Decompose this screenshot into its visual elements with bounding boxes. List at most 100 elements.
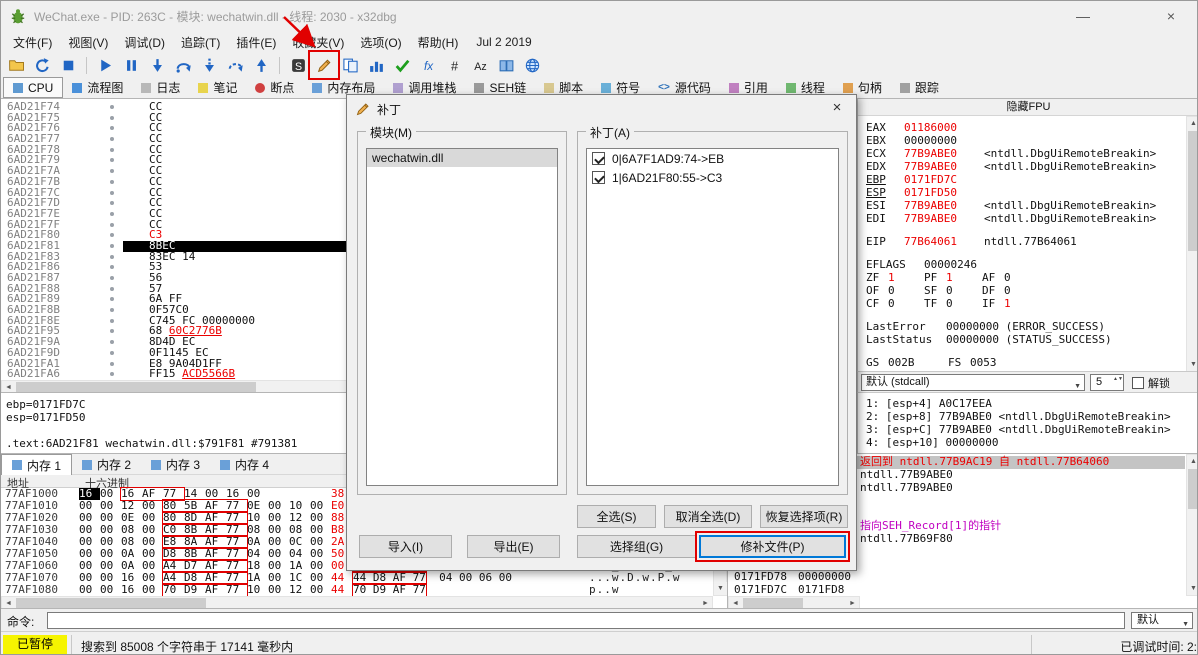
memory-tab-内存 3[interactable]: 内存 3	[141, 454, 210, 475]
register-row[interactable]: OF 0 SF 0 DF 0	[866, 284, 1185, 297]
registers-vscrollbar[interactable]	[1186, 116, 1197, 372]
instruction-dot-icon[interactable]	[110, 340, 114, 345]
instruction-dot-icon[interactable]	[110, 329, 114, 334]
register-row[interactable]: EDX 77B9ABE0 <ntdll.DbgUiRemoteBreakin>	[866, 160, 1185, 173]
globe-icon[interactable]	[520, 54, 544, 76]
calling-convention-select[interactable]: 默认 (stdcall)	[861, 374, 1085, 394]
scroll-thumb[interactable]	[1188, 131, 1197, 251]
register-row[interactable]: EAX 01186000	[866, 121, 1185, 134]
flag-value[interactable]: 1	[888, 271, 924, 284]
memory-tab-内存 4[interactable]: 内存 4	[210, 454, 279, 475]
unlock-checkbox[interactable]	[1132, 377, 1144, 389]
scroll-down-icon[interactable]	[1187, 358, 1197, 371]
stack-row[interactable]: 0171FD7C 0171FD8	[728, 583, 1185, 597]
register-value[interactable]: 00000000 (ERROR_SUCCESS)	[946, 320, 1105, 333]
execute-till-return-icon[interactable]	[249, 54, 273, 76]
deselect-all-button[interactable]: 取消全选(D)	[664, 505, 752, 528]
tab-日志[interactable]: 日志	[132, 77, 189, 98]
menu-item-插件(E)[interactable]: 插件(E)	[228, 31, 284, 54]
stack-vscrollbar[interactable]	[1186, 454, 1197, 596]
flag-value[interactable]: 0	[888, 284, 924, 297]
register-value[interactable]: 0171FD50	[904, 186, 974, 199]
instruction-dot-icon[interactable]	[110, 201, 114, 206]
instruction-dot-icon[interactable]	[110, 243, 114, 248]
register-value[interactable]: 77B9ABE0	[904, 160, 974, 173]
import-button[interactable]: 导入(I)	[359, 535, 452, 558]
scroll-thumb[interactable]	[16, 598, 206, 608]
register-row[interactable]: ESI 77B9ABE0 <ntdll.DbgUiRemoteBreakin>	[866, 199, 1185, 212]
register-row[interactable]: LastError 00000000 (ERROR_SUCCESS)	[866, 320, 1185, 333]
instruction-dot-icon[interactable]	[110, 265, 114, 270]
scroll-up-icon[interactable]	[1187, 117, 1197, 130]
patch-checkbox[interactable]	[592, 171, 605, 184]
close-process-icon[interactable]	[56, 54, 80, 76]
instruction-dot-icon[interactable]	[110, 308, 114, 313]
restart-icon[interactable]	[30, 54, 54, 76]
select-all-button[interactable]: 全选(S)	[577, 505, 656, 528]
instruction-dot-icon[interactable]	[110, 276, 114, 280]
tab-断点[interactable]: 断点	[246, 77, 303, 98]
register-value[interactable]: 77B9ABE0	[904, 147, 974, 160]
arguments-pane[interactable]: 1: [esp+4] A0C17EEA 2: [esp+8] 77B9ABE0 <…	[857, 393, 1197, 453]
register-value[interactable]: 77B64061	[904, 235, 974, 248]
instruction-dot-icon[interactable]	[110, 372, 114, 377]
register-value[interactable]: 01186000	[904, 121, 974, 134]
pause-icon[interactable]	[119, 54, 143, 76]
restore-selected-button[interactable]: 恢复选择项(R)	[760, 505, 848, 528]
compare-icon[interactable]	[338, 54, 362, 76]
flag-value[interactable]: 1	[1004, 297, 1040, 310]
step-over-icon[interactable]	[171, 54, 195, 76]
trace-into-icon[interactable]	[197, 54, 221, 76]
argument-row[interactable]: 2: [esp+8] 77B9ABE0 <ntdll.DbgUiRemoteBr…	[866, 410, 1197, 423]
instruction-dot-icon[interactable]	[110, 105, 114, 109]
patch-dialog-titlebar[interactable]: 补丁 ×	[347, 95, 856, 123]
instruction-dot-icon[interactable]	[110, 137, 114, 142]
instruction-dot-icon[interactable]	[110, 190, 114, 195]
tab-笔记[interactable]: 笔记	[189, 77, 246, 98]
register-row[interactable]: EDI 77B9ABE0 <ntdll.DbgUiRemoteBreakin>	[866, 212, 1185, 225]
menu-item-选项(O)[interactable]: 选项(O)	[352, 31, 409, 54]
hide-fpu-button[interactable]: 隐藏FPU	[858, 99, 1197, 116]
argument-row[interactable]: 1: [esp+4] A0C17EEA	[866, 397, 1197, 410]
register-value[interactable]: 00000000 (STATUS_SUCCESS)	[946, 333, 1112, 346]
graph-icon[interactable]	[364, 54, 388, 76]
menu-item-文件(F)[interactable]: 文件(F)	[5, 31, 60, 54]
register-value[interactable]: 00000246	[924, 258, 994, 271]
menu-item-调试(D)[interactable]: 调试(D)	[116, 31, 173, 54]
register-row[interactable]: ZF 1 PF 1 AF 0	[866, 271, 1185, 284]
trace-over-icon[interactable]	[223, 54, 247, 76]
memory-row[interactable]: 77AF1080 00 00 16 00 70 D9 AF 77 10 00 12 00 44 70 D9 …	[1, 583, 713, 597]
argument-row[interactable]: 3: [esp+C] 77B9ABE0 <ntdll.DbgUiRemoteBr…	[866, 423, 1197, 436]
registers-panel[interactable]: 隐藏FPU EAX 01186000 EBX 00000000 ECX 77B9ABE0 <…	[857, 98, 1197, 372]
register-row[interactable]: GS 002B FS 0053	[866, 356, 1185, 369]
menu-item-收藏夹(V)[interactable]: 收藏夹(V)	[284, 31, 352, 54]
patch-icon[interactable]	[308, 50, 340, 80]
instruction-dot-icon[interactable]	[110, 126, 114, 131]
patch-item[interactable]: 1|6AD21F80:55->C3	[587, 168, 838, 187]
register-row[interactable]: ECX 77B9ABE0 <ntdll.DbgUiRemoteBreakin>	[866, 147, 1185, 160]
minimize-button[interactable]: —	[1061, 1, 1105, 31]
menu-item-视图(V)[interactable]: 视图(V)	[60, 31, 116, 54]
instruction-dot-icon[interactable]	[110, 115, 114, 120]
instruction-dot-icon[interactable]	[110, 158, 114, 163]
instruction-dot-icon[interactable]	[110, 211, 114, 216]
instruction-dot-icon[interactable]	[110, 361, 114, 366]
instruction-dot-icon[interactable]	[110, 233, 114, 238]
patch-checkbox[interactable]	[592, 152, 605, 165]
scroll-up-icon[interactable]	[1187, 455, 1197, 468]
flag-value[interactable]: 0	[888, 297, 924, 310]
run-icon[interactable]	[93, 54, 117, 76]
shield-check-icon[interactable]	[390, 54, 414, 76]
dialog-close-icon[interactable]: ×	[822, 97, 852, 119]
flag-value[interactable]: 0	[1004, 271, 1040, 284]
flag-value[interactable]: 1	[946, 271, 982, 284]
flag-value[interactable]: 0	[946, 284, 982, 297]
register-value[interactable]: 77B9ABE0	[904, 212, 974, 225]
scroll-down-icon[interactable]	[714, 582, 727, 595]
scroll-down-icon[interactable]	[1187, 582, 1197, 595]
flag-value[interactable]: 0	[946, 297, 982, 310]
register-value[interactable]: 00000000	[904, 134, 974, 147]
instruction-dot-icon[interactable]	[110, 147, 114, 152]
stack-row[interactable]: 0171FD78 00000000	[728, 570, 1185, 584]
az-icon[interactable]: Az	[468, 54, 492, 76]
